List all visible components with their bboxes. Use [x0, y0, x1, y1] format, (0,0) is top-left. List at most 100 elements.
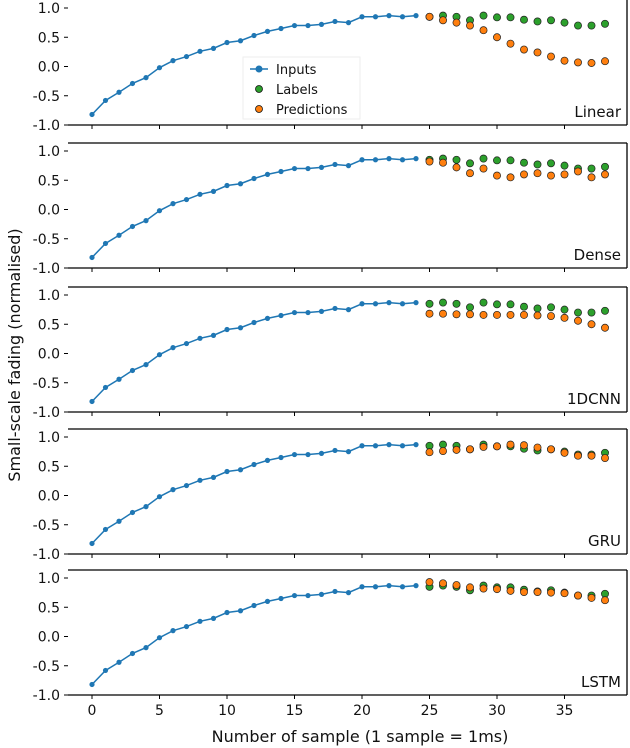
inputs-point: [318, 164, 325, 170]
inputs-point: [251, 175, 257, 182]
labels-point: [547, 159, 555, 168]
inputs-point: [237, 467, 244, 473]
panel-label: Dense: [574, 246, 621, 264]
predictions-point: [560, 170, 569, 179]
y-tick-label: 0.5: [38, 317, 60, 333]
predictions-point: [520, 170, 528, 179]
inputs-point: [197, 477, 203, 483]
inputs-point: [264, 598, 271, 605]
inputs-point: [264, 28, 271, 34]
x-tick-label: 20: [353, 703, 371, 719]
labels-point: [560, 305, 569, 314]
y-tick-label: 1.0: [38, 430, 60, 446]
inputs-point: [102, 97, 109, 104]
y-tick-label: 0.0: [38, 60, 60, 76]
inputs-point: [305, 309, 311, 316]
inputs-point: [183, 482, 190, 489]
y-tick-label: -0.5: [33, 232, 60, 248]
labels-point: [506, 156, 515, 165]
inputs-point: [224, 182, 230, 189]
predictions-point: [587, 451, 596, 460]
inputs-point: [210, 474, 217, 480]
labels-point: [506, 13, 515, 22]
predictions-point: [452, 310, 461, 319]
y-tick-label: 0.5: [38, 173, 60, 189]
inputs-point: [210, 332, 217, 338]
predictions-point: [506, 586, 515, 595]
predictions-point: [547, 312, 555, 321]
inputs-point: [129, 367, 136, 374]
inputs-point: [116, 232, 122, 238]
inputs-point: [332, 447, 338, 454]
y-tick-label: 0.5: [38, 459, 60, 475]
inputs-point: [318, 308, 325, 314]
inputs-point: [359, 301, 365, 307]
x-tick-label: 15: [286, 703, 304, 719]
inputs-point: [291, 592, 298, 599]
inputs-point: [399, 584, 406, 590]
inputs-point: [170, 58, 176, 64]
inputs-point: [89, 681, 95, 688]
predictions-point: [520, 441, 528, 450]
inputs-point: [264, 315, 271, 321]
labels-point: [560, 161, 569, 170]
y-tick-label: 0.0: [38, 630, 60, 646]
labels-point: [560, 18, 569, 27]
inputs-point: [345, 163, 352, 169]
predictions-point: [439, 447, 447, 455]
inputs-point: [278, 25, 284, 32]
inputs-point: [305, 451, 311, 458]
predictions-point: [425, 12, 434, 21]
inputs-point: [197, 335, 203, 341]
predictions-point: [601, 323, 609, 332]
panel-dense: 1.0 0.5 0.0 -0.5 -1.0 Dense: [33, 142, 628, 277]
predictions-point: [587, 593, 596, 602]
inputs-series-line: [91, 584, 417, 685]
predictions-point: [587, 320, 596, 329]
predictions-point: [466, 21, 474, 30]
inputs-point: [291, 22, 298, 29]
predictions-point: [574, 316, 582, 325]
labels-point: [479, 298, 488, 307]
labels-point: [587, 308, 596, 317]
predictions-point: [479, 442, 488, 451]
predictions-point: [466, 445, 474, 454]
y-tick-label: 0.0: [38, 203, 60, 219]
inputs-point: [318, 450, 325, 456]
inputs-point: [156, 65, 163, 71]
predictions-point: [574, 58, 582, 67]
predictions-point: [493, 33, 501, 42]
predictions-point: [452, 581, 461, 589]
inputs-point: [345, 307, 352, 313]
labels-point: [574, 21, 582, 30]
x-tick-label: 25: [421, 703, 439, 719]
inputs-point: [156, 635, 163, 641]
inputs-point: [143, 218, 149, 224]
inputs-point: [372, 584, 379, 590]
predictions-point: [574, 167, 582, 176]
predictions-point: [533, 48, 542, 57]
labels-point: [452, 299, 461, 308]
inputs-point: [210, 45, 217, 51]
predictions-point: [493, 310, 501, 319]
inputs-point: [237, 608, 244, 614]
inputs-point: [170, 628, 176, 634]
inputs-point: [183, 196, 190, 203]
predictions-point: [547, 588, 555, 597]
predictions-point: [479, 584, 488, 593]
inputs-point: [224, 468, 230, 475]
y-tick-label: 0.0: [38, 489, 60, 505]
inputs-point: [197, 618, 203, 624]
inputs-point: [359, 443, 365, 449]
panel-lstm: 1.0 0.5 0.0 -0.5 -1.0 0 5 10 15 20 25 30 35 LSTM: [33, 569, 628, 719]
predictions-point: [452, 445, 461, 454]
predictions-point: [601, 596, 609, 605]
predictions-point: [506, 310, 515, 319]
inputs-point: [413, 156, 419, 162]
predictions-point: [574, 591, 582, 600]
inputs-point: [102, 526, 109, 533]
inputs-point: [102, 240, 109, 247]
predictions-point: [520, 45, 528, 54]
predictions-point: [479, 26, 488, 35]
inputs-point: [183, 340, 190, 347]
